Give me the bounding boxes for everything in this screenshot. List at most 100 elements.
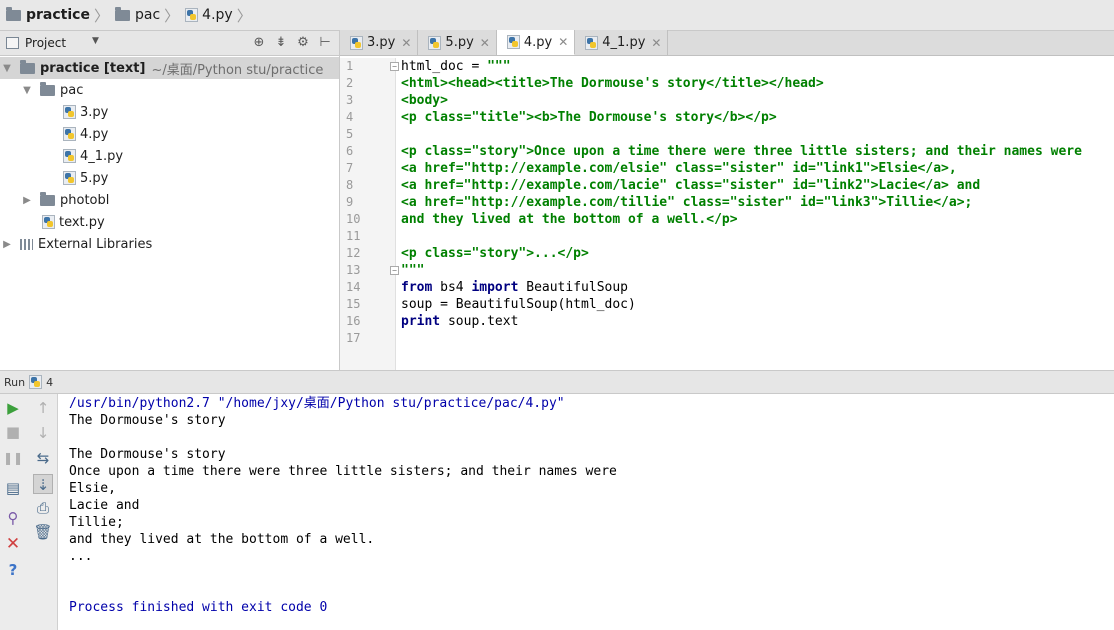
fold-marker-icon[interactable]: − <box>390 266 399 275</box>
expand-arrow-icon[interactable]: ▼ <box>0 63 14 74</box>
editor: 3.py ✕ 5.py ✕ 4.py ✕ 4_1.py ✕ 1 2 3 4 5 … <box>340 30 1114 370</box>
python-file-icon <box>350 35 363 50</box>
tree-item-practice[interactable]: ▼ practice [text] ~/桌面/Python stu/practi… <box>0 57 339 79</box>
tree-item-pac[interactable]: ▼ pac <box>0 79 339 101</box>
tree-item-file[interactable]: 4_1.py <box>0 145 339 167</box>
console-exit-status: Process finished with exit code 0 <box>69 600 328 615</box>
code-line: <a href="http://example.com/tillie" clas… <box>401 195 973 210</box>
tree-item-file[interactable]: 5.py <box>0 167 339 189</box>
tab-5-py[interactable]: 5.py ✕ <box>418 30 497 55</box>
breadcrumb-file-label: 4.py <box>202 7 233 23</box>
code-token: soup.text <box>440 314 519 329</box>
code-token-keyword: from <box>401 280 433 295</box>
run-config-tab[interactable]: 4 <box>46 376 53 389</box>
collapse-arrow-icon[interactable]: ▶ <box>20 195 34 206</box>
close-icon[interactable]: ✕ <box>3 534 23 554</box>
tree-item-text-py[interactable]: text.py <box>0 211 339 233</box>
trash-icon[interactable]: 🗑 <box>33 522 53 542</box>
stop-icon[interactable]: ■ <box>3 422 23 442</box>
close-icon[interactable]: ✕ <box>480 36 490 50</box>
expand-arrow-icon[interactable]: ▼ <box>20 85 34 96</box>
console-command: /usr/bin/python2.7 "/home/jxy/桌面/Python … <box>69 396 565 411</box>
ide-window: practice 〉 pac 〉 4.py 〉 Project ▼ ⊕ ⇟ ⚙ … <box>0 0 1114 630</box>
python-file-icon <box>63 171 76 185</box>
console-line: Elsie, <box>69 481 116 496</box>
tree-item-label: 4_1.py <box>80 148 124 164</box>
code-line: <a href="http://example.com/lacie" class… <box>401 178 981 193</box>
tab-label: 5.py <box>445 35 474 50</box>
collapse-icon[interactable]: ⇟ <box>273 35 289 50</box>
settings-icon[interactable]: ⚙ <box>295 35 311 50</box>
restore-layout-icon[interactable]: ▤ <box>3 478 23 498</box>
tab-4-1-py[interactable]: 4_1.py ✕ <box>575 30 669 55</box>
tree-item-label: 3.py <box>80 104 109 120</box>
line-number: 15 <box>346 297 361 311</box>
close-icon[interactable]: ✕ <box>651 36 661 50</box>
code-line: html_doc = """ <box>401 58 1082 75</box>
tree-item-label: 5.py <box>80 170 109 186</box>
python-file-icon <box>428 35 442 50</box>
collapse-arrow-icon[interactable]: ▶ <box>0 239 14 250</box>
close-icon[interactable]: ✕ <box>401 36 411 50</box>
line-number: 3 <box>346 93 354 107</box>
pin-icon[interactable]: ⚲ <box>3 508 23 528</box>
print-icon[interactable]: ⎙ <box>33 498 53 518</box>
up-icon[interactable]: ↑ <box>33 398 53 418</box>
console-line: ... <box>69 549 93 564</box>
project-tree: ▼ practice [text] ~/桌面/Python stu/practi… <box>0 56 339 255</box>
dropdown-arrow-icon[interactable]: ▼ <box>92 36 99 46</box>
pause-icon[interactable]: ❚❚ <box>3 448 23 468</box>
close-icon[interactable]: ✕ <box>558 35 568 49</box>
help-icon[interactable]: ? <box>3 560 23 580</box>
code-line: and they lived at the bottom of a well.<… <box>401 212 738 227</box>
python-file-icon <box>63 127 76 141</box>
line-number: 5 <box>346 127 354 141</box>
line-number: 13 <box>346 263 361 277</box>
project-view-selector[interactable]: Project <box>25 36 66 50</box>
fold-marker-icon[interactable]: − <box>390 62 399 71</box>
python-file-icon <box>63 105 76 119</box>
breadcrumb-file[interactable]: 4.py 〉 <box>185 5 258 26</box>
run-label: Run <box>4 375 26 389</box>
console-line: Once upon a time there were three little… <box>69 464 617 479</box>
locate-icon[interactable]: ⊕ <box>251 35 267 50</box>
tree-item-external-libraries[interactable]: ▶ External Libraries <box>0 233 339 255</box>
tree-item-label: photobl <box>60 192 110 208</box>
tree-item-file[interactable]: 3.py <box>0 101 339 123</box>
tree-item-path: ~/桌面/Python stu/practice <box>151 62 324 78</box>
hide-icon[interactable]: ⊢ <box>317 35 333 50</box>
line-number: 12 <box>346 246 361 260</box>
down-icon[interactable]: ↓ <box>33 423 53 443</box>
tab-label: 3.py <box>367 35 396 50</box>
tree-item-label: pac <box>60 82 84 98</box>
code-token: html_doc = <box>401 59 488 74</box>
scroll-end-icon[interactable]: ⇣ <box>33 474 53 494</box>
console-output[interactable]: /usr/bin/python2.7 "/home/jxy/桌面/Python … <box>58 394 1114 630</box>
editor-tab-bar: 3.py ✕ 5.py ✕ 4.py ✕ 4_1.py ✕ <box>340 30 1114 56</box>
console-line: Tillie; <box>69 515 124 530</box>
breadcrumb-root[interactable]: practice 〉 <box>6 5 115 26</box>
line-number: 14 <box>346 280 361 294</box>
code-line: """ <box>401 263 425 278</box>
tab-3-py[interactable]: 3.py ✕ <box>340 30 419 55</box>
tree-item-label: text.py <box>59 214 105 230</box>
tree-item-photobl[interactable]: ▶ photobl <box>0 189 339 211</box>
breadcrumb-folder[interactable]: pac 〉 <box>114 5 185 26</box>
project-panel: Project ▼ ⊕ ⇟ ⚙ ⊢ ▼ practice [text] ~/桌面… <box>0 31 340 370</box>
tree-item-file[interactable]: 4.py <box>0 123 339 145</box>
python-file-icon <box>185 8 199 22</box>
soft-wrap-icon[interactable]: ⇆ <box>33 448 53 468</box>
line-number: 1 <box>346 59 354 73</box>
console-line: Lacie and <box>69 498 140 513</box>
python-file-icon <box>585 35 599 50</box>
code-area[interactable]: 1 2 3 4 5 6 7 8 9 10 11 12 13 14 15 16 1… <box>340 58 1114 370</box>
run-icon[interactable]: ▶ <box>3 398 23 418</box>
tab-4-py[interactable]: 4.py ✕ <box>496 30 576 55</box>
breadcrumb-root-label: practice <box>26 7 90 23</box>
run-panel-header: Run 4 <box>0 370 1114 394</box>
code-token-keyword: import <box>471 280 519 295</box>
chevron-right-icon: 〉 <box>164 6 180 25</box>
